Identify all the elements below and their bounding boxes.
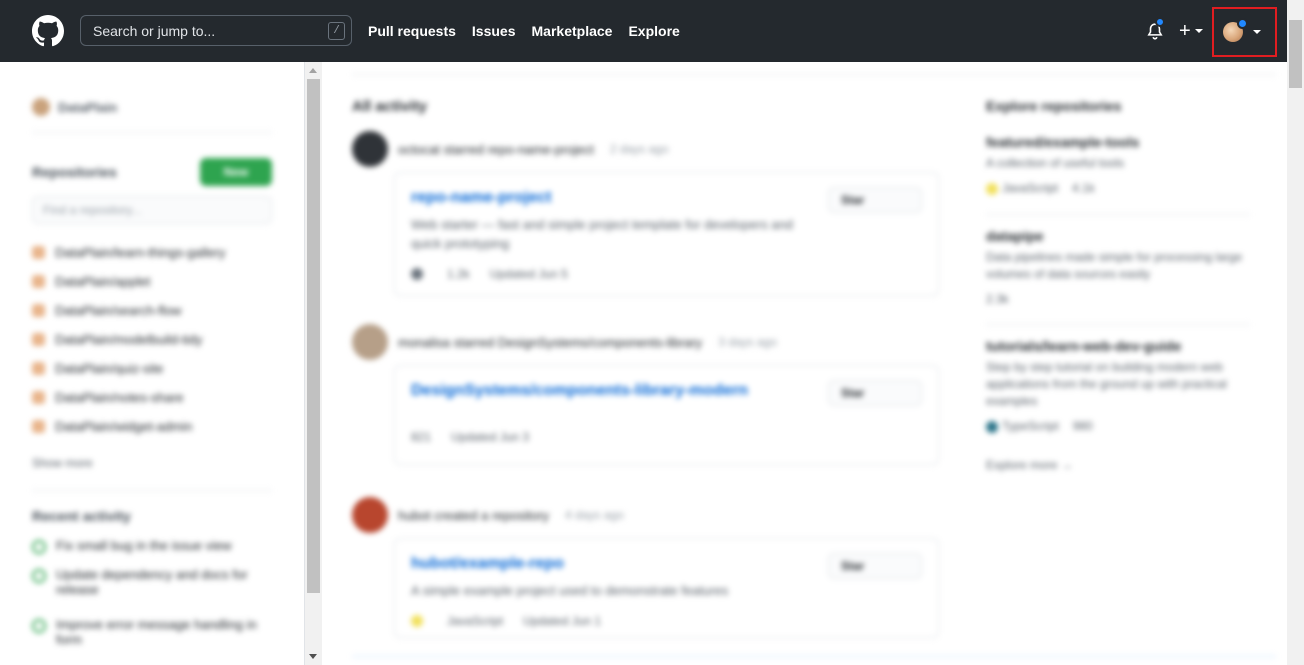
context-switcher[interactable]: DataPlain — [32, 98, 117, 116]
divider — [32, 490, 272, 491]
repo-card-meta: 821 Updated Jun 3 — [411, 430, 922, 444]
repo-icon — [32, 246, 45, 259]
recent-activity-item[interactable]: Improve error message handling in form — [32, 617, 272, 647]
top-header: / Pull requests Issues Marketplace Explo… — [0, 0, 1304, 62]
feed-event-header: hubot created a repository 4 days ago — [352, 497, 624, 533]
repo-card: DesignSystems/components-library-modern … — [394, 365, 939, 465]
search-shortcut-hint: / — [328, 22, 345, 40]
repo-card-meta: JavaScript Updated Jun 1 — [411, 614, 922, 628]
repo-card-description: Web starter — fast and simple project te… — [411, 217, 794, 251]
sidebar-repo-item[interactable]: DataPlain/notes-share — [32, 390, 184, 405]
explore-repo-item: datapipe Data pipelines made simple for … — [986, 228, 1243, 306]
search-input[interactable] — [93, 22, 313, 39]
repo-card-meta: 1.2k Updated Jun 5 — [411, 267, 922, 281]
recent-activity-heading: Recent activity — [32, 508, 131, 524]
sidebar-repo-item[interactable]: DataPlain/search-flow — [32, 303, 181, 318]
repo-card: repo-name-project Web starter — fast and… — [394, 172, 939, 296]
nav-marketplace[interactable]: Marketplace — [532, 23, 613, 39]
scrollbar-thumb[interactable] — [307, 79, 320, 593]
scroll-up-arrow-icon[interactable] — [309, 68, 317, 73]
github-logo-icon[interactable] — [32, 15, 64, 47]
main-nav: Pull requests Issues Marketplace Explore — [368, 0, 680, 62]
updated-time: Updated Jun 3 — [451, 430, 530, 444]
find-repository-input[interactable]: Find a repository... — [32, 196, 272, 224]
avatar[interactable] — [352, 131, 388, 167]
repositories-heading: Repositories — [32, 164, 117, 180]
avatar — [32, 98, 50, 116]
context-user-name: DataPlain — [58, 99, 118, 115]
language-dot-icon — [411, 615, 423, 627]
updated-time: Updated Jun 5 — [489, 267, 568, 281]
explore-more-link[interactable]: Explore more → — [986, 458, 1073, 472]
page-scrollbar[interactable] — [1287, 0, 1304, 665]
scroll-down-arrow-icon[interactable] — [309, 654, 317, 659]
divider — [352, 656, 1276, 657]
repo-icon — [32, 420, 45, 433]
sidebar-repo-item[interactable]: DataPlain/modelbuild-tidy — [32, 332, 202, 347]
new-repository-button[interactable]: New — [200, 158, 272, 186]
chevron-down-icon — [1194, 29, 1203, 33]
star-count: 1.2k — [447, 267, 470, 281]
language-dot-icon — [986, 420, 998, 433]
divider — [32, 132, 272, 133]
pull-request-icon — [32, 540, 46, 554]
nav-issues[interactable]: Issues — [472, 23, 516, 39]
sidebar-repo-item[interactable]: DataPlain/quiz-site — [32, 361, 163, 376]
sidebar-scrollbar[interactable] — [305, 62, 322, 665]
repo-icon — [32, 275, 45, 288]
recent-activity-item[interactable]: Fix small bug in the issue view — [32, 538, 272, 554]
language-dot-icon — [986, 182, 998, 195]
divider — [986, 324, 1250, 325]
language-name: JavaScript — [447, 614, 504, 628]
star-button[interactable]: Star — [828, 380, 922, 406]
language-dot-icon — [411, 268, 423, 280]
repo-icon — [32, 333, 45, 346]
chevron-down-icon — [1253, 30, 1261, 34]
star-count: 821 — [411, 430, 432, 444]
show-more-link[interactable]: Show more — [32, 456, 93, 470]
repo-icon — [32, 391, 45, 404]
nav-explore[interactable]: Explore — [628, 23, 679, 39]
notification-indicator — [1155, 17, 1165, 27]
create-new-dropdown[interactable]: + — [1179, 20, 1203, 42]
star-button[interactable]: Star — [828, 187, 922, 213]
repo-card-description: A simple example project used to demonst… — [411, 583, 729, 598]
avatar[interactable] — [352, 324, 388, 360]
divider — [352, 74, 1276, 75]
dashboard-sidebar: DataPlain Repositories New Find a reposi… — [0, 62, 305, 665]
search-box[interactable]: / — [80, 15, 352, 46]
nav-pull-requests[interactable]: Pull requests — [368, 23, 456, 39]
dashboard-main: All activity octocat starred repo-name-p… — [322, 62, 1287, 665]
star-button[interactable]: Star — [828, 553, 922, 579]
repo-icon — [32, 304, 45, 317]
pull-request-icon — [32, 619, 46, 633]
plus-icon: + — [1179, 20, 1191, 42]
sidebar-repo-item[interactable]: DataPlain/applet — [32, 274, 150, 289]
sidebar-repo-item[interactable]: DataPlain/learn-things-gallery — [32, 245, 226, 260]
explore-repo-item: featured/example-tools A collection of u… — [986, 134, 1140, 195]
feed-title: All activity — [352, 98, 428, 115]
scrollbar-thumb[interactable] — [1289, 20, 1302, 88]
feed-event-header: octocat starred repo-name-project 2 days… — [352, 131, 669, 167]
user-menu-dropdown[interactable] — [1212, 7, 1277, 57]
pull-request-icon — [32, 569, 46, 583]
explore-heading: Explore repositories — [986, 98, 1122, 114]
sidebar-repo-item[interactable]: DataPlain/widget-admin — [32, 419, 192, 434]
explore-repo-item: tutorials/learn-web-dev-guide Step by st… — [986, 338, 1227, 433]
avatar[interactable] — [352, 497, 388, 533]
repo-card: hubot/example-repo A simple example proj… — [394, 538, 939, 638]
status-indicator — [1237, 18, 1248, 29]
feed-event-header: monalisa starred DesignSystems/component… — [352, 324, 777, 360]
updated-time: Updated Jun 1 — [523, 614, 602, 628]
repo-icon — [32, 362, 45, 375]
recent-activity-item[interactable]: Update dependency and docs for release — [32, 567, 272, 597]
divider — [986, 214, 1250, 215]
